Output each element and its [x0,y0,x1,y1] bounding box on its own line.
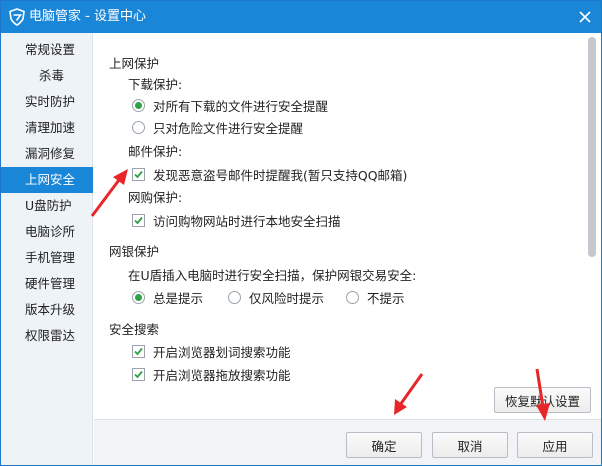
radio-icon[interactable] [132,99,145,112]
apply-button[interactable]: 应用 [517,432,593,458]
sidebar-item-phone[interactable]: 手机管理 [1,245,93,271]
sidebar-item-permission-radar[interactable]: 权限雷达 [1,323,93,349]
checkmark-icon[interactable] [132,345,145,358]
radio-icon[interactable] [228,291,241,304]
safe-search-drag-option[interactable]: 开启浏览器拖放搜索功能 [132,365,291,384]
settings-window: 电脑管家 - 设置中心 常规设置 杀毒 实时防护 清理加速 漏洞修复 上网安全 … [0,0,602,466]
bank-option-always[interactable]: 总是提示 [132,288,203,307]
restore-default-button[interactable]: 恢复默认设置 [494,387,591,413]
download-option-all[interactable]: 对所有下载的文件进行安全提醒 [132,96,328,115]
safe-search-select-option[interactable]: 开启浏览器划词搜索功能 [132,342,291,361]
sidebar-item-internet-security[interactable]: 上网安全 [1,167,93,193]
window-title: 电脑管家 - 设置中心 [29,9,146,24]
download-option-dangerous[interactable]: 只对危险文件进行安全提醒 [132,118,303,137]
shopping-protection-label: 网购保护: [128,190,183,205]
sidebar-item-antivirus[interactable]: 杀毒 [1,63,93,89]
bank-option-always-label: 总是提示 [153,291,204,306]
safe-search-title: 安全搜索 [109,322,160,337]
sidebar-item-hardware[interactable]: 硬件管理 [1,271,93,297]
bank-option-risk-only-label: 仅风险时提示 [249,291,325,306]
mail-protection-label: 邮件保护: [128,144,183,159]
mail-protection-option-label: 发现恶意盗号邮件时提醒我(暂只支持QQ邮箱) [153,168,408,183]
checkmark-icon[interactable] [132,214,145,227]
radio-icon[interactable] [132,291,145,304]
close-icon[interactable] [573,5,597,29]
radio-icon[interactable] [346,291,359,304]
sidebar-item-upgrade[interactable]: 版本升级 [1,297,93,323]
checkmark-icon[interactable] [132,168,145,181]
radio-icon[interactable] [132,121,145,134]
bank-protection-description: 在U盾插入电脑时进行安全扫描，保护网银交易安全: [128,268,417,283]
ok-button[interactable]: 确定 [346,432,422,458]
sidebar-item-cleanup[interactable]: 清理加速 [1,115,93,141]
bank-option-risk-only[interactable]: 仅风险时提示 [228,288,324,307]
internet-protection-title: 上网保护 [109,56,160,71]
sidebar-item-general[interactable]: 常规设置 [1,37,93,63]
settings-sidebar: 常规设置 杀毒 实时防护 清理加速 漏洞修复 上网安全 U盘防护 电脑诊所 手机… [1,33,93,465]
bank-protection-title: 网银保护 [109,244,160,259]
shield-icon [8,8,26,26]
cancel-button[interactable]: 取消 [432,432,508,458]
checkmark-icon[interactable] [132,368,145,381]
bank-option-never[interactable]: 不提示 [346,288,405,307]
scrollbar-thumb[interactable] [588,37,596,257]
download-protection-label: 下载保护: [128,77,183,92]
bank-option-never-label: 不提示 [367,291,405,306]
sidebar-item-clinic[interactable]: 电脑诊所 [1,219,93,245]
sidebar-item-usb[interactable]: U盘防护 [1,193,93,219]
mail-protection-option[interactable]: 发现恶意盗号邮件时提醒我(暂只支持QQ邮箱) [132,165,407,184]
safe-search-drag-option-label: 开启浏览器拖放搜索功能 [153,368,291,383]
safe-search-select-option-label: 开启浏览器划词搜索功能 [153,345,291,360]
shopping-protection-option[interactable]: 访问购物网站时进行本地安全扫描 [132,211,341,230]
download-option-dangerous-label: 只对危险文件进行安全提醒 [153,121,304,136]
sidebar-item-patches[interactable]: 漏洞修复 [1,141,93,167]
shopping-protection-option-label: 访问购物网站时进行本地安全扫描 [153,214,341,229]
download-option-all-label: 对所有下载的文件进行安全提醒 [153,99,329,114]
sidebar-item-realtime[interactable]: 实时防护 [1,89,93,115]
title-bar: 电脑管家 - 设置中心 [1,1,601,33]
